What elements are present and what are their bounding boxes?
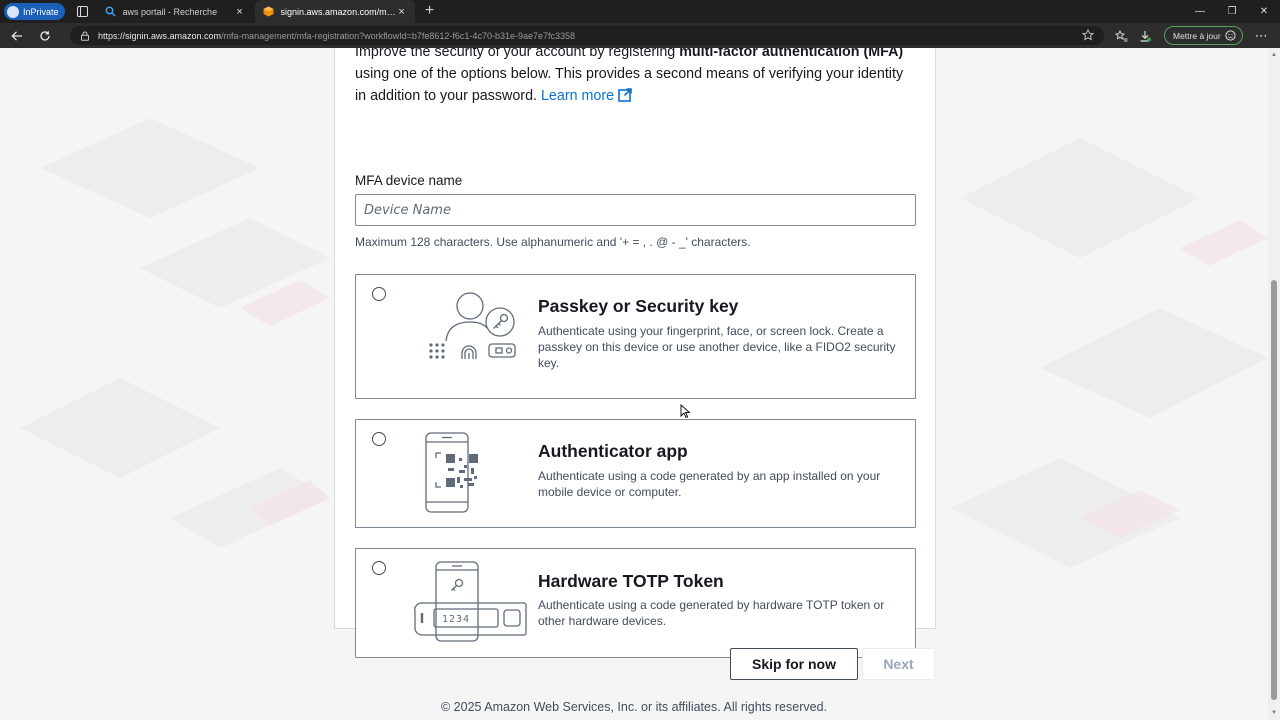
window-controls: — ❐ ✕ [1184,0,1280,23]
next-button[interactable]: Next [862,648,935,680]
more-options-icon[interactable]: ⋯ [1255,28,1268,44]
url-bar[interactable]: https://signin.aws.amazon.com/mfa-manage… [70,26,1104,45]
skip-for-now-button[interactable]: Skip for now [730,648,858,680]
lock-icon [81,31,89,41]
scroll-down-icon[interactable]: ▼ [1271,710,1277,716]
aws-cube-icon [263,6,274,17]
option-passkey-security-key[interactable]: Passkey or Security key Authenticate usi… [355,274,916,399]
token-display-text: 1234 [442,614,470,625]
favorites-button[interactable] [1112,27,1130,45]
update-browser-button[interactable]: Mettre à jour [1164,26,1243,45]
browser-tab-bar: InPrivate aws portail - Recherche × sign… [0,0,1280,23]
reload-icon [40,30,50,41]
close-window-icon[interactable]: ✕ [1248,0,1280,23]
favorites-icon [1114,29,1127,41]
device-name-hint: Maximum 128 characters. Use alphanumeric… [355,235,751,249]
arrow-left-icon [11,30,22,41]
scroll-thumb[interactable] [1271,280,1277,700]
tab-actions-icon[interactable] [75,4,91,20]
profile-avatar-icon [7,5,19,18]
tab-title: signin.aws.amazon.com/mfa-man [280,6,397,17]
new-tab-button[interactable]: + [421,2,439,21]
scroll-up-icon[interactable]: ▲ [1271,52,1277,58]
reload-button[interactable] [32,25,58,47]
option-title: Hardware TOTP Token [538,571,724,591]
close-tab-icon[interactable]: × [235,6,245,17]
intro-bold: multi-factor authentication (MFA) [679,48,904,60]
option-authenticator-app[interactable]: Authenticator app Authenticate using a c… [355,419,916,528]
option-description: Authenticate using a code generated by a… [538,469,881,499]
downloads-button[interactable] [1136,27,1154,45]
tab-search[interactable]: aws portail - Recherche × [97,0,253,23]
favorite-star-icon[interactable] [1082,29,1094,41]
intro-start: Improve the security of your account by … [355,48,680,60]
radio-hardware-totp[interactable] [372,561,386,575]
tab-aws-signin[interactable]: signin.aws.amazon.com/mfa-man × [254,0,415,23]
page-viewport: Improve the security of your account by … [0,48,1268,720]
update-face-icon [1225,30,1236,41]
inprivate-badge[interactable]: InPrivate [4,3,65,20]
browser-address-bar: https://signin.aws.amazon.com/mfa-manage… [0,23,1280,48]
back-button[interactable] [4,25,30,47]
authenticator-app-illustration-icon [425,432,478,513]
inprivate-label: InPrivate [23,6,59,17]
passkey-illustration-icon [429,292,516,359]
mouse-cursor-icon [680,404,690,418]
download-icon [1140,30,1151,42]
search-icon [105,6,116,17]
restore-icon[interactable]: ❐ [1216,0,1248,23]
close-tab-icon[interactable]: × [397,6,407,17]
radio-passkey[interactable] [372,287,386,301]
learn-more-label: Learn more [540,88,615,104]
mfa-intro-text: Improve the security of your account by … [355,48,915,107]
update-label: Mettre à jour [1173,30,1221,41]
option-hardware-totp-token[interactable]: 1234 Hardware TOTP Token Authenticate us… [355,548,916,658]
mfa-device-name-input[interactable] [355,194,916,226]
option-title: Authenticator app [538,441,688,461]
minimize-icon[interactable]: — [1184,0,1216,23]
browser-toolbar-right: Mettre à jour ⋯ [1112,26,1268,45]
url-host: https://signin.aws.amazon.com [98,30,222,41]
option-description: Authenticate using your fingerprint, fac… [538,324,896,370]
learn-more-link[interactable]: Learn more [541,88,632,104]
option-description: Authenticate using a code generated by h… [538,598,885,628]
external-link-icon [618,88,632,102]
copyright-footer: © 2025 Amazon Web Services, Inc. or its … [440,700,827,714]
option-title: Passkey or Security key [538,296,739,316]
mfa-registration-card: Improve the security of your account by … [334,48,936,658]
tab-title: aws portail - Recherche [122,6,218,17]
url-path: /mfa-management/mfa-registration?workflo… [221,30,576,41]
page-scrollbar[interactable]: ▲ ▼ [1268,48,1280,720]
mfa-device-name-label: MFA device name [355,173,463,188]
radio-authenticator-app[interactable] [372,432,386,446]
hardware-token-illustration-icon: 1234 [414,561,527,642]
